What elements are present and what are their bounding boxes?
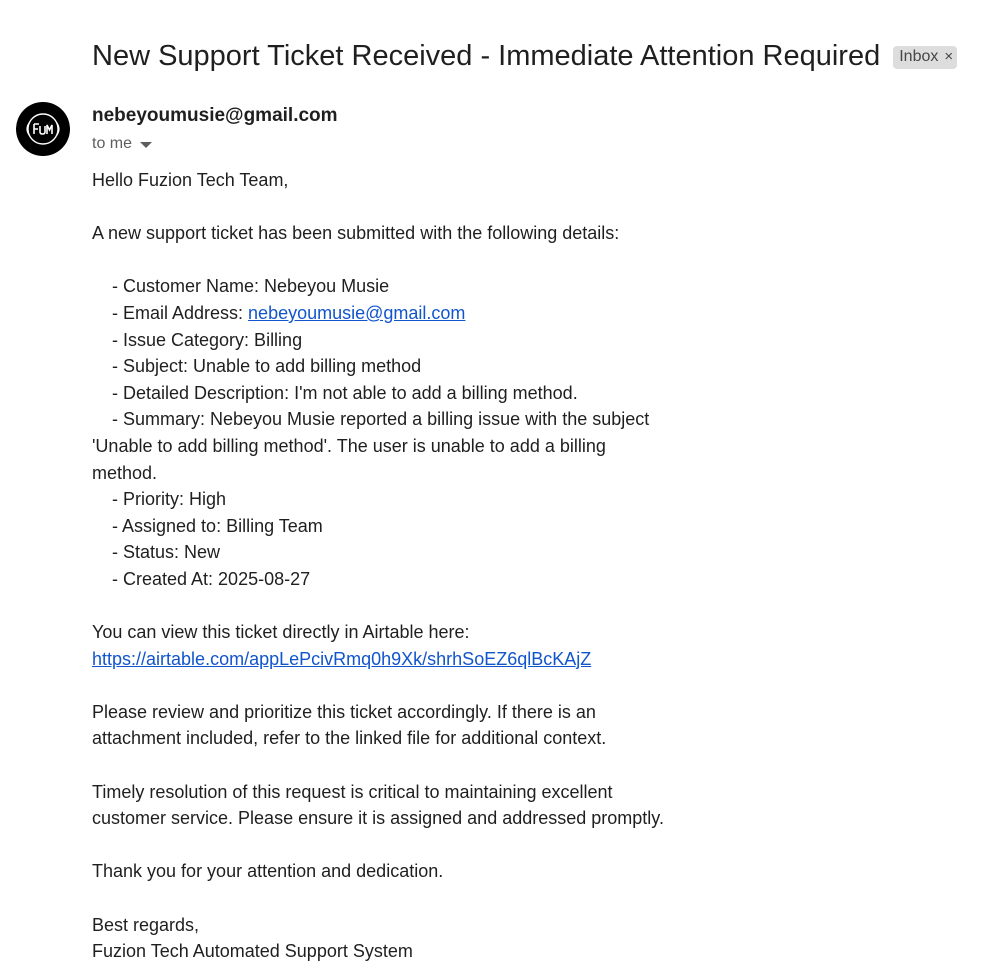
detail-description: - Detailed Description: I'm not able to … bbox=[112, 382, 578, 403]
email-subject: New Support Ticket Received - Immediate … bbox=[92, 40, 881, 72]
detail-email-label: - Email Address: bbox=[112, 302, 249, 323]
thanks-text: Thank you for your attention and dedicat… bbox=[92, 861, 444, 882]
detail-priority: - Priority: High bbox=[112, 489, 227, 510]
timely-text-line1: Timely resolution of this request is cri… bbox=[92, 781, 613, 802]
sign-off: Best regards, bbox=[92, 914, 200, 935]
inbox-label-text: Inbox bbox=[899, 47, 939, 65]
detail-issue-category: - Issue Category: Billing bbox=[112, 329, 303, 350]
detail-summary-line1: - Summary: Nebeyou Musie reported a bill… bbox=[112, 409, 650, 430]
detail-summary-line3: method. bbox=[92, 462, 158, 483]
inbox-label-chip[interactable]: Inbox × bbox=[893, 45, 958, 69]
detail-created-at: - Created At: 2025-08-27 bbox=[112, 568, 311, 589]
signature: Fuzion Tech Automated Support System bbox=[92, 941, 413, 962]
intro-text: A new support ticket has been submitted … bbox=[92, 223, 620, 244]
airtable-link[interactable]: https://airtable.com/appLePcivRmq0h9Xk/s… bbox=[92, 649, 591, 669]
detail-status: - Status: New bbox=[112, 542, 221, 563]
detail-subject: - Subject: Unable to add billing method bbox=[112, 356, 422, 377]
subject-row: New Support Ticket Received - Immediate … bbox=[92, 36, 958, 76]
fuzion-logo-icon bbox=[26, 113, 60, 145]
review-text-line2: attachment included, refer to the linked… bbox=[92, 728, 607, 749]
detail-summary-line2: 'Unable to add billing method'. The user… bbox=[92, 435, 606, 456]
view-ticket-text: You can view this ticket directly in Air… bbox=[92, 622, 470, 643]
airtable-link-line: https://airtable.com/appLePcivRmq0h9Xk/s… bbox=[92, 646, 672, 673]
detail-customer-name: - Customer Name: Nebeyou Musie bbox=[112, 276, 390, 297]
recipient-label: to me bbox=[92, 135, 133, 152]
detail-assigned-to: - Assigned to: Billing Team bbox=[112, 515, 323, 536]
sender-email: nebeyoumusie@gmail.com bbox=[92, 105, 338, 126]
remove-label-icon[interactable]: × bbox=[944, 47, 953, 67]
recipient-details-toggle[interactable]: to me bbox=[92, 134, 153, 154]
timely-text-line2: customer service. Please ensure it is as… bbox=[92, 808, 664, 829]
sender-avatar[interactable] bbox=[16, 102, 70, 156]
detail-email-address: - Email Address: nebeyoumusie@gmail.com bbox=[92, 300, 672, 327]
chevron-down-icon[interactable] bbox=[140, 141, 153, 148]
customer-email-link[interactable]: nebeyoumusie@gmail.com bbox=[248, 303, 465, 323]
review-text-line1: Please review and prioritize this ticket… bbox=[92, 701, 596, 722]
email-body: Hello Fuzion Tech Team, A new support ti… bbox=[92, 167, 672, 965]
greeting: Hello Fuzion Tech Team, bbox=[92, 170, 289, 190]
email-view: New Support Ticket Received - Immediate … bbox=[0, 0, 1006, 976]
